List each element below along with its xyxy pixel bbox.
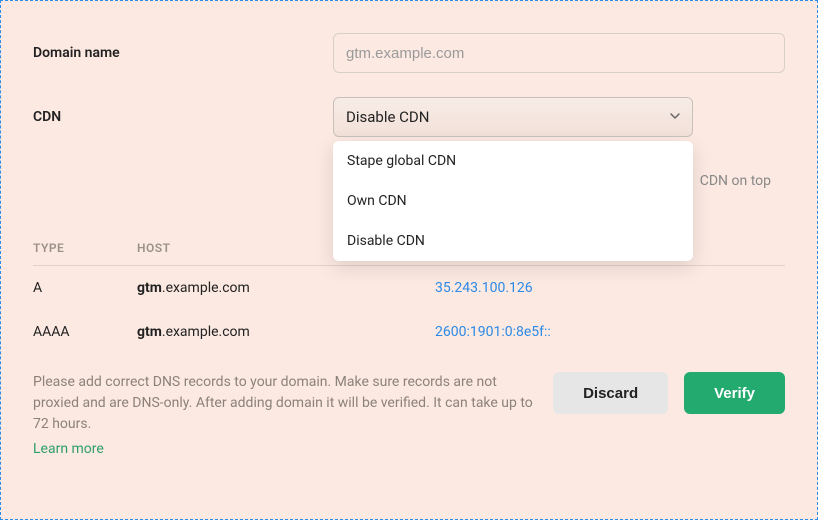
footer: Please add correct DNS records to your d…	[33, 372, 785, 460]
footer-help-text: Please add correct DNS records to your d…	[33, 374, 533, 432]
verify-button[interactable]: Verify	[684, 372, 785, 414]
record-host: gtm.example.com	[137, 280, 435, 296]
record-value[interactable]: 2600:1901:0:8e5f::	[435, 324, 785, 340]
cdn-selected-value: Disable CDN	[346, 108, 429, 126]
host-subdomain: gtm	[137, 324, 162, 340]
domain-settings-panel: Domain name CDN Disable CDN Stape global…	[0, 0, 818, 520]
record-type: A	[33, 280, 137, 296]
cdn-label: CDN	[33, 109, 333, 125]
record-host: gtm.example.com	[137, 324, 435, 340]
table-row: A gtm.example.com 35.243.100.126	[33, 266, 785, 310]
footer-text-block: Please add correct DNS records to your d…	[33, 372, 537, 460]
cdn-hint-text: CDN on top	[700, 173, 771, 189]
host-domain: .example.com	[162, 280, 250, 296]
cdn-option-own-cdn[interactable]: Own CDN	[333, 181, 693, 221]
host-domain: .example.com	[162, 324, 250, 340]
learn-more-link[interactable]: Learn more	[33, 439, 537, 460]
header-type: TYPE	[33, 241, 137, 255]
chevron-down-icon	[669, 108, 681, 126]
record-value[interactable]: 35.243.100.126	[435, 280, 785, 296]
cdn-dropdown: Stape global CDN Own CDN Disable CDN	[333, 141, 693, 261]
record-type: AAAA	[33, 324, 137, 340]
cdn-select[interactable]: Disable CDN	[333, 97, 693, 137]
cdn-option-stape-global[interactable]: Stape global CDN	[333, 141, 693, 181]
cdn-option-disable-cdn[interactable]: Disable CDN	[333, 221, 693, 261]
cdn-row: CDN Disable CDN Stape global CDN Own CDN…	[33, 97, 785, 137]
discard-button[interactable]: Discard	[553, 372, 668, 414]
domain-name-row: Domain name	[33, 33, 785, 73]
domain-name-label: Domain name	[33, 45, 333, 61]
cdn-select-wrapper: Disable CDN Stape global CDN Own CDN Dis…	[333, 97, 693, 137]
host-subdomain: gtm	[137, 280, 162, 296]
table-row: AAAA gtm.example.com 2600:1901:0:8e5f::	[33, 310, 785, 354]
domain-name-input[interactable]	[333, 33, 785, 73]
